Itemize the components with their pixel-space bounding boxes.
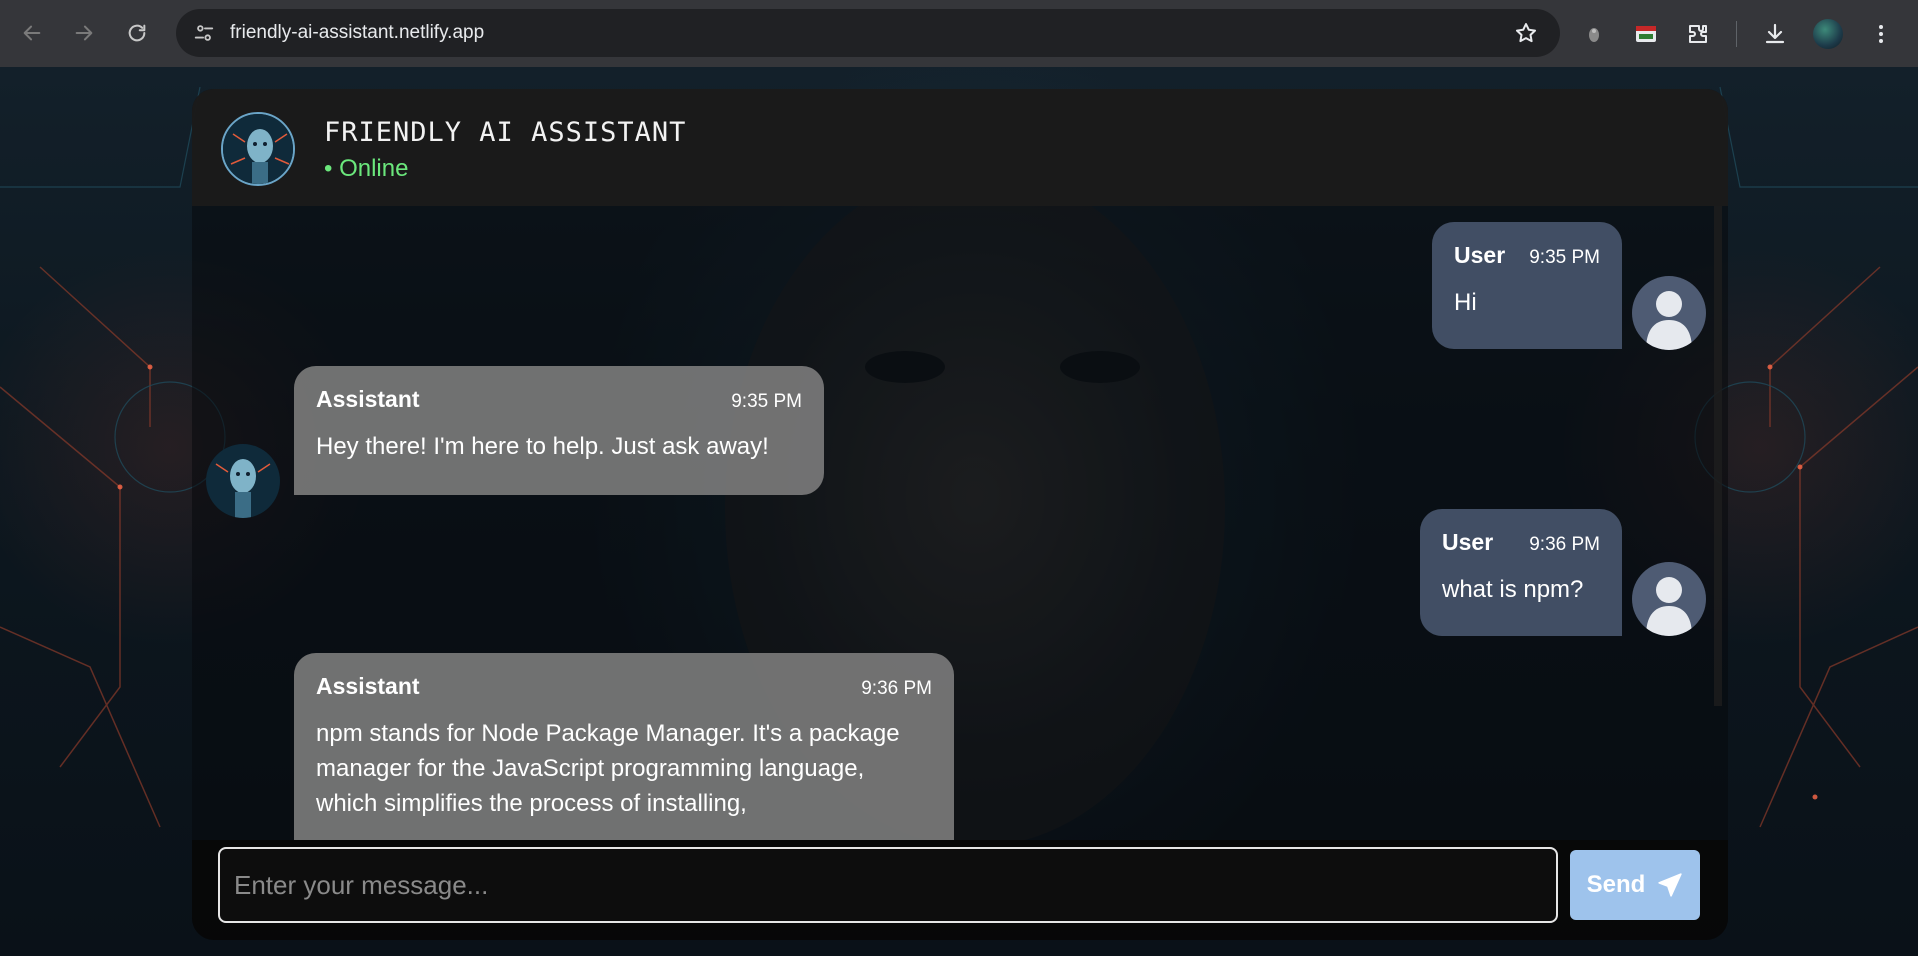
site-settings-icon[interactable]	[184, 9, 224, 57]
url-text[interactable]: friendly-ai-assistant.netlify.app	[230, 22, 484, 44]
chat-title: FRIENDLY AI ASSISTANT	[324, 117, 687, 148]
message-time: 9:36 PM	[1529, 534, 1600, 555]
download-icon[interactable]	[1761, 20, 1789, 48]
send-button-label: Send	[1586, 871, 1646, 898]
message-bubble-assistant: Assistant 9:36 PM npm stands for Node Pa…	[294, 653, 954, 840]
message-text: what is npm?	[1442, 576, 1584, 603]
toolbar-divider	[1736, 21, 1737, 47]
page-background: FRIENDLY AI ASSISTANT • Online User 9:35…	[0, 67, 1918, 956]
message-text: Hi	[1454, 289, 1477, 316]
chat-window: FRIENDLY AI ASSISTANT • Online User 9:35…	[192, 89, 1728, 940]
user-avatar	[1632, 562, 1706, 636]
message-scrollbar[interactable]	[1714, 206, 1722, 706]
menu-dots-icon[interactable]	[1867, 20, 1895, 48]
assistant-avatar	[206, 444, 280, 518]
message-time: 9:35 PM	[731, 391, 802, 412]
message-sender: User	[1442, 529, 1494, 555]
extension-icon[interactable]	[1580, 20, 1608, 48]
message-time: 9:35 PM	[1529, 247, 1600, 268]
assistant-avatar	[221, 112, 295, 186]
message-sender: Assistant	[316, 673, 420, 699]
message-sender: Assistant	[316, 386, 420, 412]
message-text: Hey there! I'm here to help. Just ask aw…	[316, 433, 769, 460]
message-bubble-assistant: Assistant 9:35 PM Hey there! I'm here to…	[294, 366, 824, 495]
message-text: npm stands for Node Package Manager. It'…	[316, 720, 900, 817]
address-bar[interactable]: friendly-ai-assistant.netlify.app	[176, 9, 1560, 57]
message-sender: User	[1454, 242, 1506, 268]
profile-avatar[interactable]	[1813, 19, 1843, 49]
bookmark-star-icon[interactable]	[1514, 21, 1538, 45]
composer: Send	[192, 840, 1728, 940]
message-input[interactable]	[218, 847, 1558, 923]
reload-icon[interactable]	[115, 11, 159, 55]
send-button[interactable]: Send	[1570, 850, 1700, 920]
online-status: • Online	[324, 155, 409, 182]
message-list[interactable]: User 9:35 PM Hi Assistant 9:35 PM Hey th…	[192, 206, 1728, 840]
back-icon[interactable]	[10, 11, 54, 55]
user-avatar	[1632, 276, 1706, 350]
browser-toolbar: friendly-ai-assistant.netlify.app	[0, 0, 1918, 67]
chat-header: FRIENDLY AI ASSISTANT • Online	[192, 89, 1728, 206]
forward-icon[interactable]	[62, 11, 106, 55]
toolbar-icons	[1580, 14, 1895, 54]
extensions-puzzle-icon[interactable]	[1684, 20, 1712, 48]
paper-plane-icon	[1658, 873, 1682, 897]
message-bubble-user: User 9:36 PM what is npm?	[1420, 509, 1622, 636]
extension-icon[interactable]	[1632, 20, 1660, 48]
message-bubble-user: User 9:35 PM Hi	[1432, 222, 1622, 349]
message-time: 9:36 PM	[861, 678, 932, 699]
